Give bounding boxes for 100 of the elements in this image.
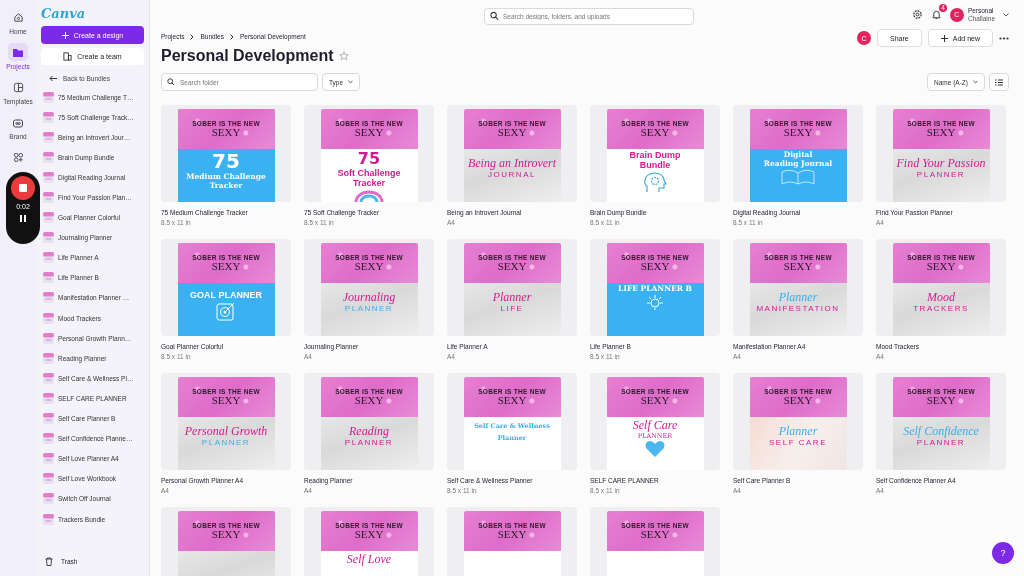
help-button[interactable]: ?: [992, 542, 1014, 564]
cover-text: Planner: [778, 291, 818, 304]
pause-icon: [20, 215, 26, 222]
cover-heading: SEXY: [783, 127, 813, 138]
cover-heading: SEXY: [211, 395, 241, 406]
design-thumbnail-icon: [43, 272, 54, 284]
cover-heading: SEXY: [497, 261, 527, 272]
cover-heading: SEXY: [211, 529, 241, 540]
cover-text: Tracker: [353, 179, 385, 189]
page-title: Personal Development: [161, 47, 334, 65]
cover-text: Brain Dump: [629, 151, 681, 161]
cover-heading: SEXY: [783, 261, 813, 272]
design-thumbnail-icon: [43, 292, 54, 304]
cover-text: PLANNER: [344, 304, 394, 313]
heart-icon: [644, 440, 666, 459]
design-thumbnail-icon: [43, 433, 54, 445]
design-thumbnail-icon: [43, 192, 54, 203]
design-thumbnail-icon: [43, 232, 54, 244]
cover-heading: SEXY: [640, 529, 670, 540]
trash-icon: [45, 557, 53, 566]
cover-text: PLANNER: [201, 438, 251, 447]
cover-text: PLANNER: [916, 170, 966, 179]
building-icon: [63, 52, 73, 61]
cover-text: PLANNER: [916, 438, 966, 447]
cover-text: 75: [212, 151, 240, 172]
cover-text: Planner: [778, 425, 818, 438]
chevron-right-icon: [190, 33, 195, 40]
stop-recording-button[interactable]: [11, 176, 35, 200]
stop-icon: [19, 184, 27, 192]
cover-heading: SEXY: [497, 127, 527, 138]
cover-text: Bundle: [639, 161, 671, 171]
design-thumbnail-icon: [43, 513, 54, 525]
cover-text: Planner: [492, 291, 532, 304]
design-thumbnail-icon: [43, 473, 54, 485]
target-icon: [215, 301, 237, 322]
apps-icon: [12, 151, 24, 163]
design-thumbnail-icon: [43, 372, 54, 384]
cover-text: Personal Growth: [184, 425, 268, 438]
cover-heading: SEXY: [497, 395, 527, 406]
design-thumbnail-icon: [43, 131, 54, 143]
cover-text: PLANNER: [344, 438, 394, 447]
cover-heading: SEXY: [354, 395, 384, 406]
brand-icon: [12, 116, 24, 128]
chevron-right-icon: [230, 33, 234, 40]
more-icon[interactable]: [999, 36, 1009, 40]
cover-heading: SEXY: [783, 395, 813, 406]
cover-text: Self Confidence: [903, 425, 979, 438]
open-book-icon: [780, 168, 816, 185]
folder-icon: [12, 46, 24, 58]
brain-icon: [643, 171, 667, 192]
plus-icon: [940, 34, 948, 42]
cover-heading: SEXY: [926, 395, 956, 406]
design-thumbnail-icon: [43, 453, 54, 465]
cover-text: MANIFESTATION: [756, 304, 840, 313]
design-thumbnail-icon: [43, 171, 54, 183]
cover-text: SELF CARE: [769, 438, 827, 447]
star-icon[interactable]: [338, 51, 349, 61]
cover-text: 75: [357, 151, 381, 168]
cover-text: Self Care: [632, 419, 678, 432]
cover-text: LIFE: [500, 304, 524, 313]
rings-icon: [354, 189, 384, 202]
design-thumbnail-icon: [43, 212, 54, 224]
design-thumbnail-icon: [43, 312, 54, 324]
notification-bell-icon[interactable]: [930, 9, 942, 20]
home-icon: [12, 11, 24, 23]
cover-heading: SEXY: [211, 261, 241, 272]
cover-heading: SEXY: [211, 127, 241, 138]
search-icon: [167, 78, 175, 86]
cover-heading: SEXY: [354, 127, 384, 138]
plus-icon: [61, 31, 69, 39]
cover-text: Being an Introvert: [467, 157, 557, 170]
design-thumbnail-icon: [43, 352, 54, 364]
cover-text: Journaling: [342, 291, 396, 304]
search-icon: [490, 11, 499, 21]
design-thumbnail-icon: [43, 332, 54, 344]
design-thumbnail-icon: [43, 392, 54, 404]
settings-icon[interactable]: [911, 9, 923, 20]
sun-icon: [645, 293, 665, 310]
cover-heading: SEXY: [926, 261, 956, 272]
cover-text: JOURNAL: [488, 170, 536, 179]
design-thumbnail-icon: [43, 493, 54, 505]
cover-heading: SEXY: [640, 261, 670, 272]
list-icon: [995, 78, 1003, 86]
cover-heading: SEXY: [640, 127, 670, 138]
cover-text: Soft Challenge: [337, 168, 401, 179]
cover-heading: SEXY: [926, 127, 956, 138]
cover-text: Reading: [349, 425, 389, 438]
design-thumbnail-icon: [43, 111, 54, 123]
cover-text: Find Your Passion: [896, 157, 986, 170]
cover-text: Self Love: [346, 553, 392, 566]
cover-heading: SEXY: [354, 261, 384, 272]
list-view-button[interactable]: [989, 73, 1009, 91]
chevron-down-icon[interactable]: [1003, 12, 1009, 17]
cover-text: GOAL PLANNER: [190, 291, 262, 301]
cover-text: TRACKERS: [913, 304, 969, 313]
chevron-down-icon: [973, 80, 978, 84]
cover-heading: SEXY: [354, 529, 384, 540]
design-thumbnail-icon: [43, 91, 54, 103]
design-thumbnail-icon: [43, 413, 54, 425]
cover-text: Mood: [927, 291, 955, 304]
